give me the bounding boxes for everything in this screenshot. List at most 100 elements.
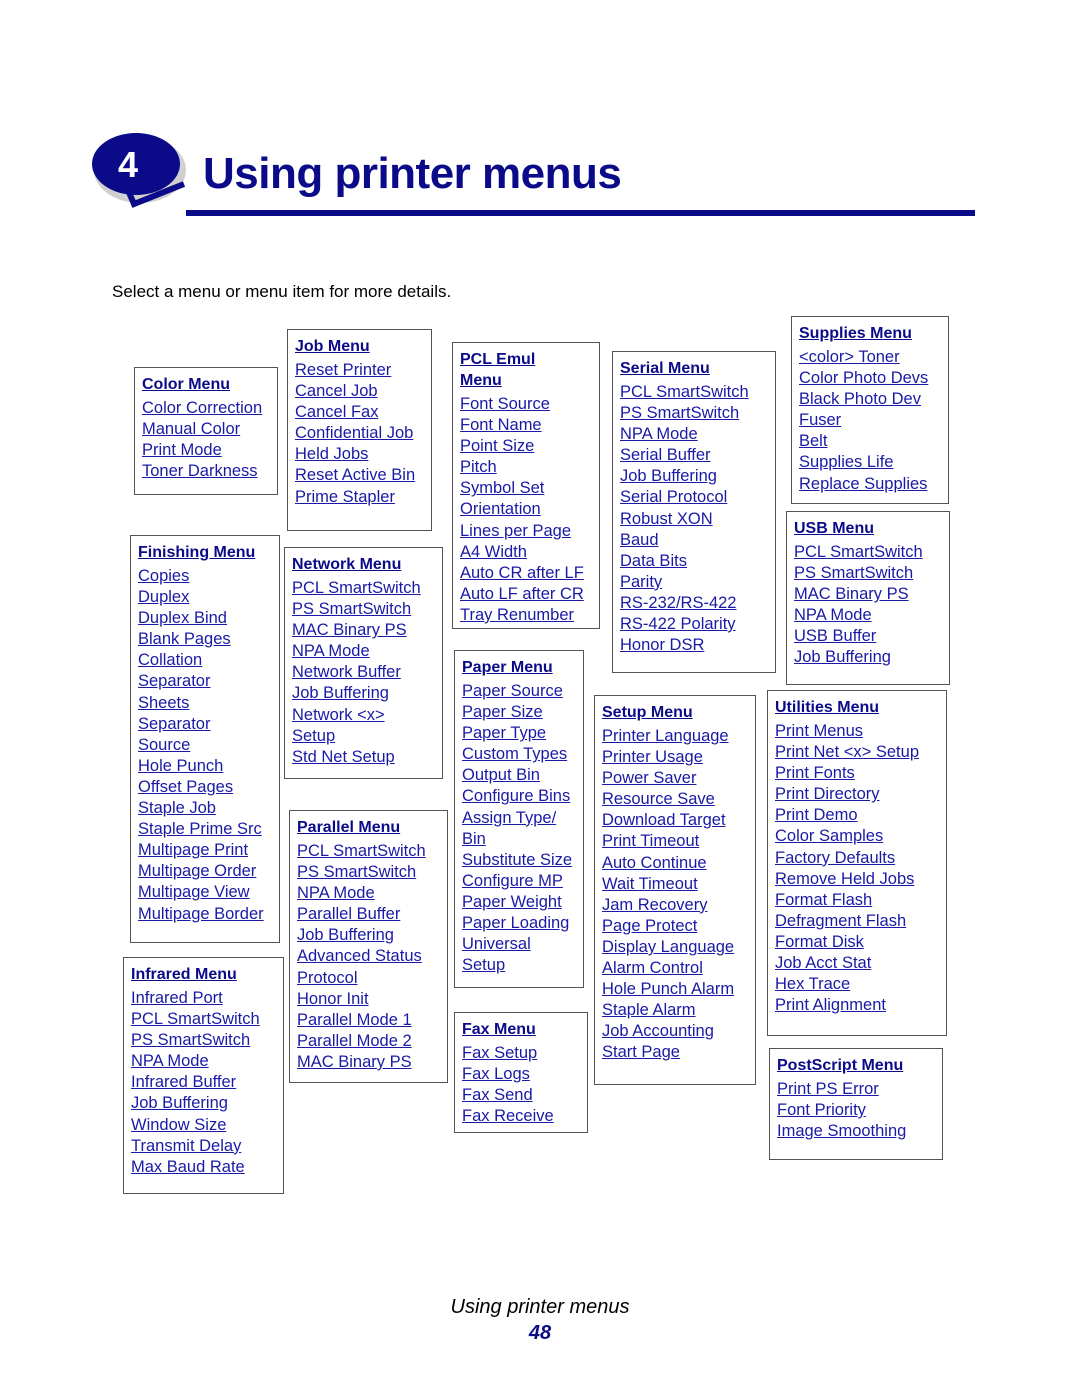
pcl-emul-menu-title-cont[interactable]: Menu — [460, 370, 599, 391]
menu-item[interactable]: Job Buffering — [620, 466, 775, 487]
menu-item[interactable]: Setup — [292, 726, 442, 747]
menu-item[interactable]: Lines per Page — [460, 521, 599, 542]
supplies-menu-title[interactable]: Supplies Menu — [799, 323, 948, 344]
parallel-menu-title[interactable]: Parallel Menu — [297, 817, 447, 838]
job-menu-title[interactable]: Job Menu — [295, 336, 431, 357]
menu-item[interactable]: Honor DSR — [620, 635, 775, 656]
menu-item[interactable]: Paper Weight — [462, 892, 583, 913]
menu-item[interactable]: Infrared Buffer — [131, 1072, 283, 1093]
menu-item[interactable]: Fuser — [799, 410, 948, 431]
menu-item[interactable]: Auto LF after CR — [460, 584, 599, 605]
menu-item[interactable]: Multipage Border — [138, 904, 279, 925]
menu-item[interactable]: Format Flash — [775, 890, 946, 911]
menu-item[interactable]: MAC Binary PS — [292, 620, 442, 641]
menu-item[interactable]: Font Priority — [777, 1100, 942, 1121]
menu-item[interactable]: Print Timeout — [602, 831, 755, 852]
menu-item[interactable]: Tray Renumber — [460, 605, 599, 626]
utilities-menu-title[interactable]: Utilities Menu — [775, 697, 946, 718]
finishing-menu-title[interactable]: Finishing Menu — [138, 542, 279, 563]
menu-item[interactable]: Std Net Setup — [292, 747, 442, 768]
menu-item[interactable]: Fax Logs — [462, 1064, 587, 1085]
menu-item[interactable]: A4 Width — [460, 542, 599, 563]
menu-item[interactable]: Display Language — [602, 937, 755, 958]
menu-item[interactable]: PCL SmartSwitch — [297, 841, 447, 862]
menu-item[interactable]: MAC Binary PS — [794, 584, 949, 605]
menu-item[interactable]: Print Net <x> Setup — [775, 742, 946, 763]
menu-item[interactable]: PS SmartSwitch — [292, 599, 442, 620]
menu-item[interactable]: Page Protect — [602, 916, 755, 937]
menu-item[interactable]: Prime Stapler — [295, 487, 431, 508]
menu-item[interactable]: Job Buffering — [794, 647, 949, 668]
menu-item[interactable]: Start Page — [602, 1042, 755, 1063]
menu-item[interactable]: Print Menus — [775, 721, 946, 742]
menu-item[interactable]: Setup — [462, 955, 583, 976]
menu-item[interactable]: Multipage Order — [138, 861, 279, 882]
menu-item[interactable]: Hole Punch Alarm — [602, 979, 755, 1000]
menu-item[interactable]: Job Accounting — [602, 1021, 755, 1042]
menu-item[interactable]: Pitch — [460, 457, 599, 478]
menu-item[interactable]: Staple Job — [138, 798, 279, 819]
menu-item[interactable]: Font Name — [460, 415, 599, 436]
menu-item[interactable]: Color Correction — [142, 398, 277, 419]
menu-item[interactable]: Blank Pages — [138, 629, 279, 650]
menu-item[interactable]: Max Baud Rate — [131, 1157, 283, 1178]
menu-item[interactable]: Job Buffering — [297, 925, 447, 946]
menu-item[interactable]: Held Jobs — [295, 444, 431, 465]
menu-item[interactable]: Format Disk — [775, 932, 946, 953]
pcl-emul-menu-title[interactable]: PCL Emul — [460, 349, 599, 370]
menu-item[interactable]: Fax Send — [462, 1085, 587, 1106]
menu-item[interactable]: Bin — [462, 829, 583, 850]
menu-item[interactable]: Configure MP — [462, 871, 583, 892]
menu-item[interactable]: Download Target — [602, 810, 755, 831]
menu-item[interactable]: Font Source — [460, 394, 599, 415]
menu-item[interactable]: Data Bits — [620, 551, 775, 572]
menu-item[interactable]: Universal — [462, 934, 583, 955]
menu-item[interactable]: Hole Punch — [138, 756, 279, 777]
menu-item[interactable]: Job Buffering — [292, 683, 442, 704]
menu-item[interactable]: Serial Protocol — [620, 487, 775, 508]
menu-item[interactable]: Supplies Life — [799, 452, 948, 473]
menu-item[interactable]: PCL SmartSwitch — [292, 578, 442, 599]
menu-item[interactable]: Paper Size — [462, 702, 583, 723]
menu-item[interactable]: Serial Buffer — [620, 445, 775, 466]
menu-item[interactable]: PS SmartSwitch — [131, 1030, 283, 1051]
menu-item[interactable]: Color Samples — [775, 826, 946, 847]
color-menu-title[interactable]: Color Menu — [142, 374, 277, 395]
menu-item[interactable]: Orientation — [460, 499, 599, 520]
menu-item[interactable]: Baud — [620, 530, 775, 551]
menu-item[interactable]: Image Smoothing — [777, 1121, 942, 1142]
menu-item[interactable]: Cancel Job — [295, 381, 431, 402]
menu-item[interactable]: <color> Toner — [799, 347, 948, 368]
menu-item[interactable]: Printer Language — [602, 726, 755, 747]
menu-item[interactable]: Collation — [138, 650, 279, 671]
menu-item[interactable]: Offset Pages — [138, 777, 279, 798]
menu-item[interactable]: Belt — [799, 431, 948, 452]
menu-item[interactable]: Fax Receive — [462, 1106, 587, 1127]
menu-item[interactable]: Symbol Set — [460, 478, 599, 499]
menu-item[interactable]: Parity — [620, 572, 775, 593]
menu-item[interactable]: Auto Continue — [602, 853, 755, 874]
menu-item[interactable]: Defragment Flash — [775, 911, 946, 932]
menu-item[interactable]: Configure Bins — [462, 786, 583, 807]
menu-item[interactable]: Black Photo Dev — [799, 389, 948, 410]
menu-item[interactable]: Separator — [138, 714, 279, 735]
menu-item[interactable]: PCL SmartSwitch — [794, 542, 949, 563]
postscript-menu-title[interactable]: PostScript Menu — [777, 1055, 942, 1076]
menu-item[interactable]: Factory Defaults — [775, 848, 946, 869]
menu-item[interactable]: Assign Type/ — [462, 808, 583, 829]
menu-item[interactable]: Job Buffering — [131, 1093, 283, 1114]
menu-item[interactable]: Alarm Control — [602, 958, 755, 979]
menu-item[interactable]: Replace Supplies — [799, 474, 948, 495]
menu-item[interactable]: USB Buffer — [794, 626, 949, 647]
menu-item[interactable]: Transmit Delay — [131, 1136, 283, 1157]
menu-item[interactable]: RS-232/RS-422 — [620, 593, 775, 614]
menu-item[interactable]: NPA Mode — [620, 424, 775, 445]
menu-item[interactable]: Print Directory — [775, 784, 946, 805]
menu-item[interactable]: Printer Usage — [602, 747, 755, 768]
fax-menu-title[interactable]: Fax Menu — [462, 1019, 587, 1040]
serial-menu-title[interactable]: Serial Menu — [620, 358, 775, 379]
menu-item[interactable]: Print Demo — [775, 805, 946, 826]
menu-item[interactable]: Print PS Error — [777, 1079, 942, 1100]
menu-item[interactable]: Toner Darkness — [142, 461, 277, 482]
menu-item[interactable]: Duplex — [138, 587, 279, 608]
